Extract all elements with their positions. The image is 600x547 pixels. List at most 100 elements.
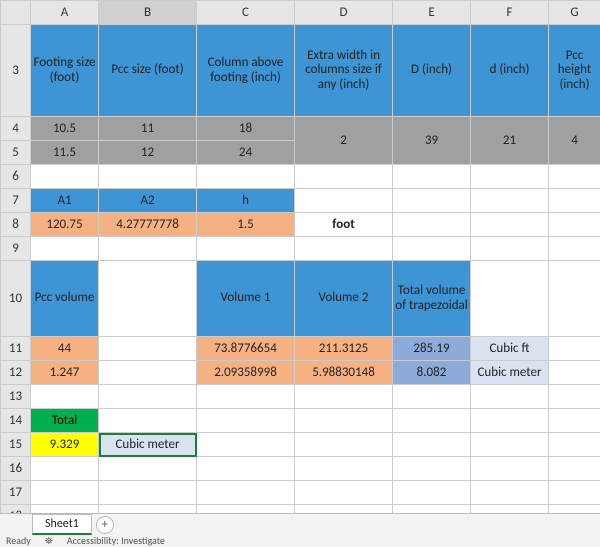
cell-A16[interactable] [31,457,99,481]
cell-G13[interactable] [549,385,600,409]
col-header-E[interactable]: E [393,1,471,25]
col-header-C[interactable]: C [197,1,295,25]
cell-C11[interactable]: 73.8776654 [197,337,295,361]
cell-G15[interactable] [549,433,600,457]
cell-A6[interactable] [31,165,99,189]
cell-A5[interactable]: 11.5 [31,141,99,165]
cell-G7[interactable] [549,189,600,213]
cell-B9[interactable] [99,237,197,261]
col-header-A[interactable]: A [31,1,99,25]
cell-E8[interactable] [393,213,471,237]
cell-D6[interactable] [295,165,393,189]
row-header-8[interactable]: 8 [1,213,31,237]
cell-C7[interactable]: h [197,189,295,213]
cell-F8[interactable] [471,213,549,237]
cell-B7[interactable]: A2 [99,189,197,213]
cell-F9[interactable] [471,237,549,261]
add-sheet-button[interactable]: + [96,516,114,534]
row-header-6[interactable]: 6 [1,165,31,189]
row-header-4[interactable]: 4 [1,117,31,141]
cell-C8[interactable]: 1.5 [197,213,295,237]
row-header-16[interactable]: 16 [1,457,31,481]
cell-A17[interactable] [31,481,99,505]
col-header-D[interactable]: D [295,1,393,25]
cell-F12[interactable]: Cubic meter [471,361,549,385]
cell-B10[interactable] [99,261,197,337]
cell-B6[interactable] [99,165,197,189]
cell-E6[interactable] [393,165,471,189]
cell-A13[interactable] [31,385,99,409]
cell-E10[interactable]: Total volume of trapezoidal [393,261,471,337]
cell-D4[interactable]: 2 [295,117,393,165]
cell-D7[interactable] [295,189,393,213]
cell-D3[interactable]: Extra width in columns size if any (inch… [295,25,393,117]
row-header-11[interactable]: 11 [1,337,31,361]
cell-G16[interactable] [549,457,600,481]
cell-D8[interactable]: foot [295,213,393,237]
cell-F14[interactable] [471,409,549,433]
cell-A18[interactable] [31,505,99,514]
cell-D11[interactable]: 211.3125 [295,337,393,361]
cell-B18[interactable] [99,505,197,514]
cell-B4[interactable]: 11 [99,117,197,141]
cell-G18[interactable] [549,505,600,514]
cell-F7[interactable] [471,189,549,213]
cell-G14[interactable] [549,409,600,433]
cell-A11[interactable]: 44 [31,337,99,361]
cell-C16[interactable] [197,457,295,481]
cell-E13[interactable] [393,385,471,409]
cell-B16[interactable] [99,457,197,481]
cell-A7[interactable]: A1 [31,189,99,213]
cell-E17[interactable] [393,481,471,505]
cell-A14[interactable]: Total [31,409,99,433]
row-header-5[interactable]: 5 [1,141,31,165]
cell-A3[interactable]: Footing size (foot) [31,25,99,117]
cell-F11[interactable]: Cubic ft [471,337,549,361]
cell-B14[interactable] [99,409,197,433]
cell-A10[interactable]: Pcc volume [31,261,99,337]
cell-D10[interactable]: Volume 2 [295,261,393,337]
cell-A15[interactable]: 9.329 [31,433,99,457]
cell-E16[interactable] [393,457,471,481]
cell-F3[interactable]: d (inch) [471,25,549,117]
cell-F13[interactable] [471,385,549,409]
col-header-F[interactable]: F [471,1,549,25]
col-header-G[interactable]: G [549,1,600,25]
cell-F4[interactable]: 21 [471,117,549,165]
sheet-tab-sheet1[interactable]: Sheet1 [32,514,92,535]
cell-D15[interactable] [295,433,393,457]
cell-G8[interactable] [549,213,600,237]
cell-F17[interactable] [471,481,549,505]
cell-A4[interactable]: 10.5 [31,117,99,141]
cell-E4[interactable]: 39 [393,117,471,165]
row-header-13[interactable]: 13 [1,385,31,409]
row-header-17[interactable]: 17 [1,481,31,505]
cell-B13[interactable] [99,385,197,409]
cell-C10[interactable]: Volume 1 [197,261,295,337]
cell-B11[interactable] [99,337,197,361]
row-header-3[interactable]: 3 [1,25,31,117]
cell-G9[interactable] [549,237,600,261]
cell-B12[interactable] [99,361,197,385]
cell-G6[interactable] [549,165,600,189]
cell-C17[interactable] [197,481,295,505]
cell-C15[interactable] [197,433,295,457]
cell-F18[interactable] [471,505,549,514]
cell-F16[interactable] [471,457,549,481]
cell-E9[interactable] [393,237,471,261]
row-header-9[interactable]: 9 [1,237,31,261]
cell-C9[interactable] [197,237,295,261]
spreadsheet-grid[interactable]: A B C D E F G 3 Footing size (foot) Pcc … [0,0,600,513]
cell-G12[interactable] [549,361,600,385]
cell-F15[interactable] [471,433,549,457]
cell-B8[interactable]: 4.27777778 [99,213,197,237]
cell-D16[interactable] [295,457,393,481]
cell-C18[interactable] [197,505,295,514]
cell-F10[interactable] [471,261,549,337]
cell-E7[interactable] [393,189,471,213]
cell-B5[interactable]: 12 [99,141,197,165]
cell-E18[interactable] [393,505,471,514]
cell-C12[interactable]: 2.09358998 [197,361,295,385]
cell-B15[interactable]: Cubic meter [99,433,197,457]
cell-C14[interactable] [197,409,295,433]
